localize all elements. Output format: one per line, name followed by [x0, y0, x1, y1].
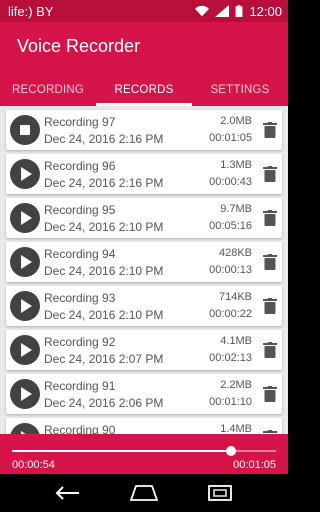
recording-size: 9.7MB [220, 203, 252, 215]
list-item[interactable]: Recording 96 Dec 24, 2016 2:16 PM 1.3MB … [6, 154, 282, 194]
list-item[interactable]: Recording 95 Dec 24, 2016 2:10 PM 9.7MB … [6, 198, 282, 238]
total-time: 00:01:05 [233, 459, 276, 471]
home-button[interactable] [128, 481, 160, 505]
recording-size: 1.3MB [220, 159, 252, 171]
recording-date: Dec 24, 2016 2:16 PM [44, 132, 164, 146]
play-icon[interactable] [10, 423, 40, 434]
recording-name: Recording 90 [44, 423, 116, 434]
tab-bar: RECORDING RECORDS SETTINGS [0, 74, 288, 106]
recording-duration: 00:00:13 [209, 264, 252, 276]
recording-duration: 00:01:05 [209, 132, 252, 144]
play-icon[interactable] [10, 159, 40, 189]
list-item[interactable]: Recording 93 Dec 24, 2016 2:10 PM 714KB … [6, 286, 282, 326]
recording-size: 2.2MB [220, 379, 252, 391]
recording-size: 428KB [218, 247, 252, 259]
recording-duration: 00:00:43 [209, 176, 252, 188]
status-bar: life:) BY 12:00 [0, 0, 288, 22]
trash-icon[interactable] [263, 298, 277, 314]
trash-icon[interactable] [263, 122, 277, 138]
play-icon[interactable] [10, 291, 40, 321]
list-item[interactable]: Recording 91 Dec 24, 2016 2:06 PM 2.2MB … [6, 374, 282, 414]
carrier-label: life:) BY [8, 3, 54, 19]
clock: 12:00 [249, 3, 282, 19]
recording-duration: 00:02:13 [209, 352, 252, 364]
recording-duration: 00:01:10 [209, 396, 252, 408]
app-bar: Voice Recorder RECORDING RECORDS SETTING… [0, 22, 288, 106]
recents-button[interactable] [204, 481, 236, 505]
recording-size: 2.0MB [220, 115, 252, 127]
list-item[interactable]: Recording 97 Dec 24, 2016 2:16 PM 2.0MB … [6, 110, 282, 150]
trash-icon[interactable] [263, 166, 277, 182]
recording-name: Recording 92 [44, 335, 116, 349]
list-item[interactable]: Recording 92 Dec 24, 2016 2:07 PM 4.1MB … [6, 330, 282, 370]
navigation-bar [0, 474, 288, 512]
battery-icon [236, 5, 243, 17]
play-icon[interactable] [10, 247, 40, 277]
recording-name: Recording 96 [44, 159, 116, 173]
recording-size: 1.4MB [220, 423, 252, 434]
recording-date: Dec 24, 2016 2:06 PM [44, 396, 164, 410]
recording-name: Recording 93 [44, 291, 116, 305]
recording-name: Recording 94 [44, 247, 116, 261]
list-item[interactable]: Recording 90 1.4MB [6, 418, 282, 434]
seek-thumb[interactable] [226, 446, 237, 456]
recording-duration: 00:05:16 [209, 220, 252, 232]
recording-date: Dec 24, 2016 2:10 PM [44, 220, 164, 234]
play-icon[interactable] [10, 379, 40, 409]
current-time: 00:00:54 [12, 459, 55, 471]
recording-date: Dec 24, 2016 2:10 PM [44, 308, 164, 322]
seek-progress [12, 450, 232, 452]
player-bar: 00:00:54 00:01:05 [0, 434, 288, 474]
recording-size: 714KB [218, 291, 252, 303]
tab-recording[interactable]: RECORDING [0, 74, 96, 106]
recents-icon [208, 485, 232, 501]
back-button[interactable] [52, 481, 84, 505]
recording-name: Recording 91 [44, 379, 116, 393]
trash-icon[interactable] [263, 386, 277, 402]
tab-records[interactable]: RECORDS [96, 74, 192, 106]
list-item[interactable]: Recording 94 Dec 24, 2016 2:10 PM 428KB … [6, 242, 282, 282]
recording-size: 4.1MB [220, 335, 252, 347]
trash-icon[interactable] [263, 254, 277, 270]
wifi-icon [195, 5, 210, 17]
trash-icon[interactable] [263, 342, 277, 358]
app-title: Voice Recorder [17, 36, 141, 56]
play-icon[interactable] [10, 335, 40, 365]
seek-bar[interactable] [12, 446, 276, 456]
status-icons: 12:00 [195, 4, 282, 19]
recording-date: Dec 24, 2016 2:07 PM [44, 352, 164, 366]
recording-name: Recording 95 [44, 203, 116, 217]
home-icon [130, 485, 158, 501]
cell-signal-icon [215, 5, 230, 17]
records-list[interactable]: Recording 97 Dec 24, 2016 2:16 PM 2.0MB … [0, 106, 288, 434]
recording-name: Recording 97 [44, 115, 116, 129]
play-icon[interactable] [10, 203, 40, 233]
trash-icon[interactable] [263, 210, 277, 226]
stop-icon[interactable] [10, 115, 40, 145]
tab-settings[interactable]: SETTINGS [192, 74, 288, 106]
back-icon [55, 486, 79, 500]
recording-date: Dec 24, 2016 2:16 PM [44, 176, 164, 190]
recording-date: Dec 24, 2016 2:10 PM [44, 264, 164, 278]
recording-duration: 00:00:22 [209, 308, 252, 320]
